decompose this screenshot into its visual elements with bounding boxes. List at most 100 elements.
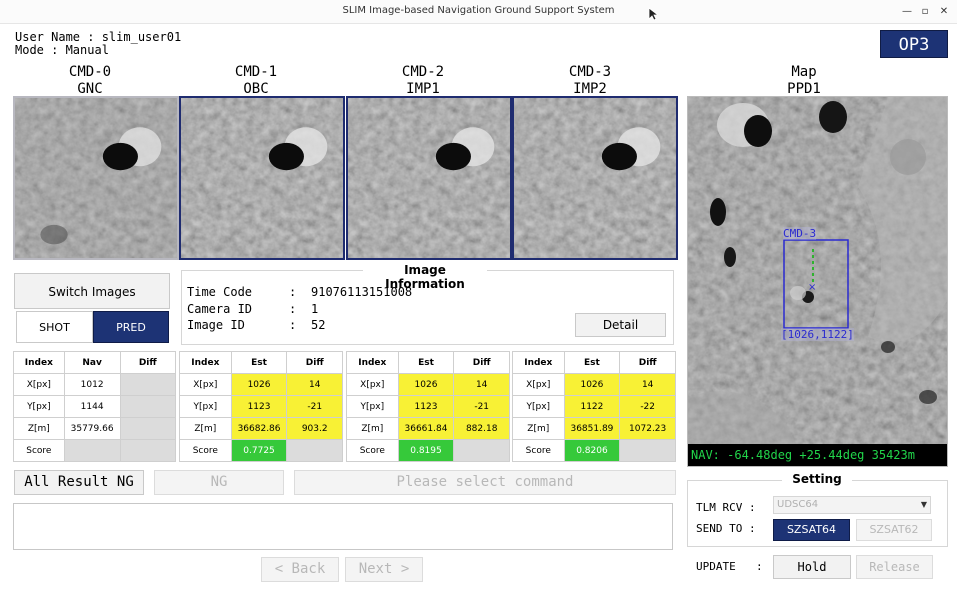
table-cell: X[px] [512,373,565,396]
table-row: Y[px] 1123 -21 [179,395,343,418]
svg-text:×: × [808,282,816,293]
table-cell: 1026 [230,373,288,396]
table-row: X[px] 1026 14 [346,373,510,396]
maximize-button[interactable]: ▫ [916,3,934,21]
shot-toggle[interactable]: SHOT [16,311,93,343]
table-cell: 903.2 [286,417,343,440]
table-cell: X[px] [13,373,65,396]
image-info-values: 91076113151008 1 52 [311,284,412,334]
tlm-rcv-select[interactable]: UDSC64 ▼ [773,496,931,514]
table-row: Z[m] 36851.89 1072.23 [512,417,676,440]
table-row: X[px] 1026 14 [512,373,676,396]
table-cell: 1012 [63,373,121,396]
table-cell: Index [179,351,232,374]
update-label: UPDATE [696,560,736,573]
col-header-cmd0: CMD-0 GNC [68,64,112,97]
nav-readout: NAV: -64.48deg +25.44deg 35423m [688,444,947,466]
table-cell: 14 [453,373,510,396]
map-box-label-top: CMD-3 [783,227,817,240]
table-cell: 1122 [563,395,621,418]
table-cell: Diff [286,351,343,374]
window-title-bar: SLIM Image-based Navigation Ground Suppo… [0,0,957,24]
table-cell: Diff [119,351,177,374]
map-image[interactable]: × [687,96,948,467]
table-cell [619,439,676,462]
op-badge: OP3 [880,30,948,58]
camera-id-value: 1 [311,301,319,316]
table-cell: Score [13,439,65,462]
table-cell: Y[px] [512,395,565,418]
image-info-separators: : : : [289,285,297,332]
next-button[interactable]: Next > [345,557,423,582]
user-name-text: User Name : slim_user01 [15,30,182,44]
table-cell: Y[px] [346,395,399,418]
minimize-button[interactable]: — [898,3,916,21]
table-row: X[px] 1012 [13,373,177,396]
table-cell: Y[px] [179,395,232,418]
table-cell [119,373,177,396]
table-cell: Y[px] [13,395,65,418]
table-cell: 1144 [63,395,121,418]
command-select-button[interactable]: Please select command [294,470,676,495]
est-table-cmd2: Index Est Diff X[px] 1026 14 Y[px] 1123 -21 Z[… [346,351,510,462]
hold-button[interactable]: Hold [773,555,851,579]
image-cmd3-imp2[interactable] [512,96,678,260]
pred-toggle[interactable]: PRED [93,311,169,343]
col-header-map: Map PPD1 [787,64,821,97]
all-result-ng-button[interactable]: All Result NG [14,470,144,495]
switch-images-button[interactable]: Switch Images [14,273,170,309]
command-output-box[interactable] [13,503,673,550]
table-cell: Z[m] [512,417,565,440]
table-cell [63,439,121,462]
table-cell: X[px] [346,373,399,396]
release-button[interactable]: Release [856,555,933,579]
table-cell: Diff [619,351,676,374]
table-row: Score [13,439,177,462]
table-cell: Z[m] [13,417,65,440]
window-title: SLIM Image-based Navigation Ground Suppo… [342,5,615,16]
table-cell: Est [563,351,621,374]
table-header-row: Index Est Diff [179,351,343,374]
close-button[interactable]: ✕ [935,3,953,21]
tlm-rcv-label: TLM RCV : [696,501,756,514]
table-cell: Index [13,351,65,374]
table-header-row: Index Est Diff [512,351,676,374]
table-row: Z[m] 36661.84 882.18 [346,417,510,440]
table-cell: -22 [619,395,676,418]
est-table-cmd1: Index Est Diff X[px] 1026 14 Y[px] 1123 -21 Z[… [179,351,343,462]
table-cell: Index [346,351,399,374]
table-cell: Diff [453,351,510,374]
table-cell: 35779.66 [63,417,121,440]
send-to-szsat62-button[interactable]: SZSAT62 [856,519,932,541]
image-cmd1-obc[interactable] [179,96,345,260]
table-cell: Z[m] [179,417,232,440]
table-cell: -21 [286,395,343,418]
image-cmd0-gnc[interactable] [13,96,179,260]
detail-button[interactable]: Detail [575,313,666,337]
col-header-cmd3: CMD-3 IMP2 [568,64,612,97]
table-cell: Score [512,439,565,462]
send-to-szsat64-button[interactable]: SZSAT64 [773,519,850,541]
score-cell: 0.7725 [230,439,288,462]
table-cell: 1026 [397,373,455,396]
send-to-label: SEND TO : [696,522,756,535]
nav-table: Index Nav Diff X[px] 1012 Y[px] 1144 Z[m] 3… [13,351,177,462]
update-separator: : [756,560,763,573]
table-cell: 14 [286,373,343,396]
table-cell [286,439,343,462]
ng-button[interactable]: NG [154,470,284,495]
image-id-label: Image ID [187,318,245,332]
back-button[interactable]: < Back [261,557,339,582]
est-table-cmd3: Index Est Diff X[px] 1026 14 Y[px] 1122 -22 Z[… [512,351,676,462]
table-cell: X[px] [179,373,232,396]
time-code-label: Time Code [187,285,253,299]
table-cell: Score [179,439,232,462]
table-row: Y[px] 1123 -21 [346,395,510,418]
time-code-value: 91076113151008 [311,285,413,299]
image-cmd2-imp1[interactable] [346,96,512,260]
table-cell: 1123 [397,395,455,418]
camera-id-label: Camera ID [187,301,253,316]
chevron-down-icon: ▼ [920,500,927,509]
score-cell: 0.8206 [563,439,621,462]
table-row: Y[px] 1122 -22 [512,395,676,418]
